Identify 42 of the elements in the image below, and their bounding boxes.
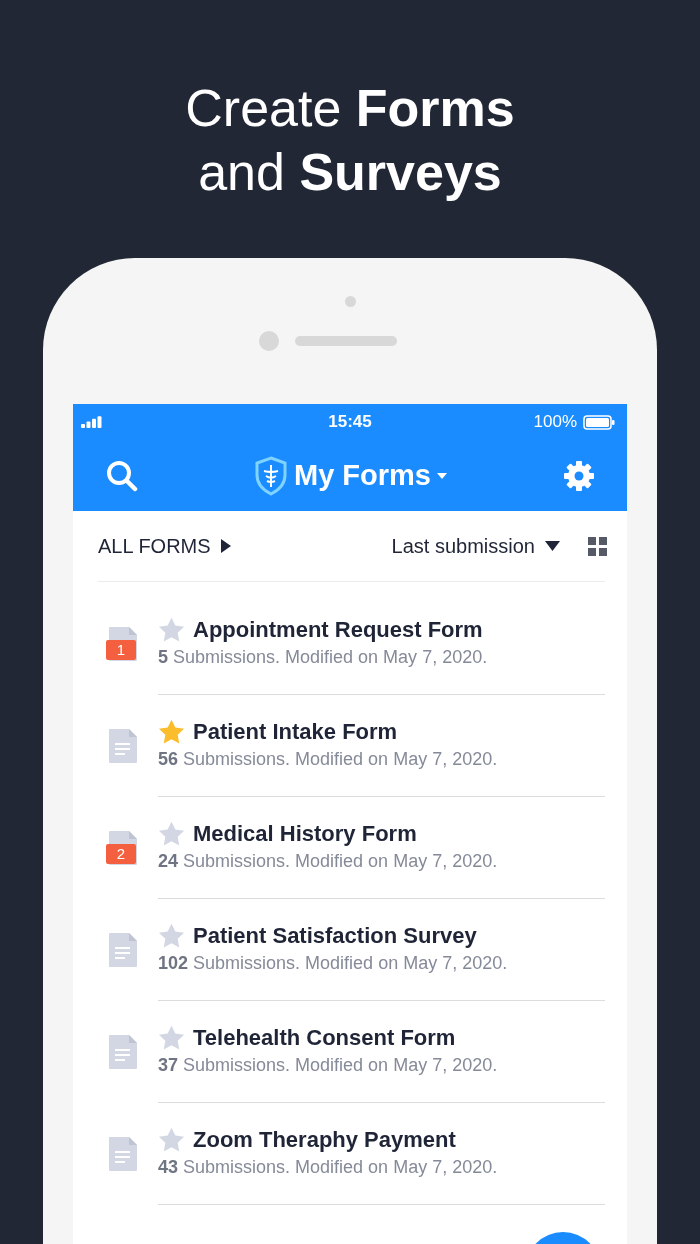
speaker-icon xyxy=(295,336,397,346)
form-title[interactable]: Medical History Form xyxy=(193,821,417,847)
form-details: 102 Submissions. Modified on May 7, 2020. xyxy=(158,953,509,974)
signal-icon xyxy=(81,416,103,428)
headline: and Surveys xyxy=(198,142,502,203)
form-details: 37 Submissions. Modified on May 7, 2020. xyxy=(158,1055,499,1076)
grid-icon[interactable] xyxy=(588,536,607,556)
headline: Create Forms xyxy=(185,78,515,139)
document-icon xyxy=(108,1034,138,1070)
star-icon[interactable] xyxy=(158,821,185,847)
star-icon[interactable] xyxy=(158,1127,185,1153)
form-title[interactable]: Appointment Request Form xyxy=(193,617,483,643)
form-details: 43 Submissions. Modified on May 7, 2020. xyxy=(158,1157,499,1178)
star-icon[interactable] xyxy=(158,1025,185,1051)
camera-icon xyxy=(259,331,279,351)
form-details: 56 Submissions. Modified on May 7, 2020. xyxy=(158,749,499,770)
settings-icon[interactable] xyxy=(563,459,595,492)
form-details: 24 Submissions. Modified on May 7, 2020. xyxy=(158,851,499,872)
caret-icon xyxy=(545,541,560,551)
sensor-icon xyxy=(344,296,356,307)
star-icon[interactable] xyxy=(158,923,185,949)
star-icon[interactable] xyxy=(158,617,185,643)
form-title[interactable]: Patient Intake Form xyxy=(193,719,398,745)
count-badge: 1 xyxy=(106,640,136,660)
caret-icon xyxy=(220,539,231,553)
caret-icon[interactable] xyxy=(437,472,447,479)
form-title[interactable]: Patient Satisfaction Survey xyxy=(193,923,477,949)
document-icon xyxy=(108,1136,138,1172)
search-icon[interactable] xyxy=(106,459,138,492)
star-icon[interactable] xyxy=(158,719,185,745)
count-badge: 2 xyxy=(106,844,136,864)
form-title[interactable]: Zoom Theraphy Payment xyxy=(193,1127,456,1153)
document-icon xyxy=(108,932,138,968)
document-icon xyxy=(108,728,138,764)
battery-percent: 100% xyxy=(533,412,577,432)
form-details: 5 Submissions. Modified on May 7, 2020. xyxy=(158,647,489,668)
shield-icon xyxy=(254,455,288,496)
battery-icon xyxy=(583,414,615,430)
sort-dropdown[interactable]: Last submission xyxy=(391,534,560,558)
form-title[interactable]: Telehealth Consent Form xyxy=(193,1025,456,1051)
status-time: 15:45 xyxy=(328,412,372,431)
folder-dropdown[interactable]: ALL FORMS xyxy=(98,534,231,558)
